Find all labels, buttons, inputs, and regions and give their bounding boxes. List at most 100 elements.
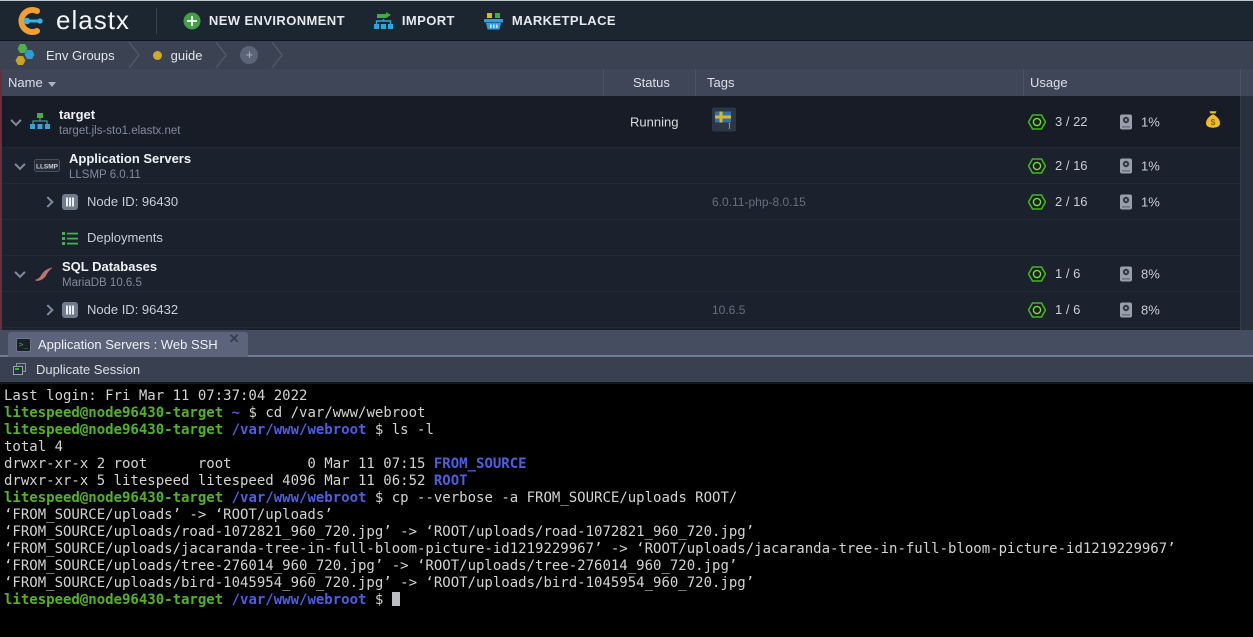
- chevron-down-icon[interactable]: [14, 266, 25, 277]
- chevron-right-icon[interactable]: [42, 196, 53, 207]
- chevron-down-icon[interactable]: [10, 114, 21, 125]
- node-96432-row[interactable]: Node ID: 9643210.6.51 / 68%: [0, 292, 1240, 328]
- brand-name: elastx: [56, 5, 130, 36]
- ssh-toolbar: Duplicate Session: [0, 357, 1253, 384]
- topbar-divider: [156, 8, 157, 34]
- elastx-logo-icon: [14, 7, 48, 35]
- row-subtitle: LLSMP 6.0.11: [69, 169, 191, 181]
- row-title: SQL Databases: [62, 259, 157, 274]
- cloudlets-icon: [1028, 302, 1046, 318]
- table-header: Name Status Tags Usage: [0, 69, 1253, 96]
- cloudlets-usage: 2 / 16: [1028, 194, 1088, 210]
- node-icon: [62, 194, 78, 210]
- breadcrumb-separator-icon: [270, 41, 284, 69]
- column-header-tags[interactable]: Tags: [707, 75, 734, 90]
- column-divider: [1240, 69, 1241, 96]
- terminal-line: ‘FROM_SOURCE/uploads’ -> ‘ROOT/uploads’: [4, 507, 1253, 524]
- column-divider: [1023, 69, 1024, 96]
- env-groups-icon: [12, 43, 37, 68]
- svg-text:$: $: [1211, 117, 1216, 127]
- node-96430-row[interactable]: Node ID: 96430 6.0.11-php-8.0.15 2 / 16 1%: [0, 184, 1240, 220]
- llsmp-stack-icon: LLSMP: [34, 159, 60, 172]
- cloudlets-icon: [1028, 194, 1046, 210]
- new-environment-button[interactable]: NEW ENVIRONMENT: [169, 1, 359, 40]
- version-tag: 10.6.5: [712, 303, 745, 317]
- terminal-line: ‘FROM_SOURCE/uploads/jacaranda-tree-in-f…: [4, 541, 1253, 558]
- terminal-line: litespeed@node96430-target /var/www/webr…: [4, 592, 1253, 609]
- terminal-cursor: [392, 592, 400, 606]
- terminal-line: litespeed@node96430-target /var/www/webr…: [4, 422, 1253, 439]
- svg-text:LLSMP: LLSMP: [36, 164, 59, 171]
- cloudlets-icon: [1028, 158, 1046, 174]
- chevron-down-icon[interactable]: [14, 158, 25, 169]
- disk-icon: [1120, 158, 1132, 173]
- column-header-status[interactable]: Status: [633, 75, 670, 90]
- chevron-right-icon[interactable]: [42, 304, 53, 315]
- import-icon: [373, 12, 394, 30]
- terminal-line: drwxr-xr-x 2 root root 0 Mar 11 07:15 FR…: [4, 456, 1253, 473]
- brand-logo[interactable]: elastx: [0, 1, 144, 40]
- cloudlets-usage: 3 / 22: [1028, 114, 1088, 130]
- breadcrumb: Env Groups guide +: [0, 41, 1253, 69]
- column-header-usage[interactable]: Usage: [1030, 75, 1068, 90]
- tab-web-ssh[interactable]: >_ Application Servers : Web SSH ✕: [8, 332, 248, 357]
- disk-usage: 1%: [1120, 194, 1160, 209]
- terminal[interactable]: Last login: Fri Mar 11 07:37:04 2022lite…: [0, 384, 1253, 637]
- status-label: Running: [630, 114, 678, 129]
- application-servers-row[interactable]: LLSMP Application Servers LLSMP 6.0.11 2 / …: [0, 148, 1240, 184]
- import-button[interactable]: IMPORT: [359, 1, 469, 40]
- terminal-line: litespeed@node96430-target ~ $ cd /var/w…: [4, 405, 1253, 422]
- breadcrumb-env-groups[interactable]: Env Groups: [0, 41, 127, 69]
- node-icon: [62, 302, 78, 318]
- terminal-line: litespeed@node96430-target /var/www/webr…: [4, 490, 1253, 507]
- cloudlets-usage: 1 / 6: [1028, 266, 1080, 282]
- disk-icon: [1120, 194, 1132, 209]
- billing-button[interactable]: $: [1205, 110, 1221, 133]
- ssh-tab-bar: >_ Application Servers : Web SSH ✕: [0, 330, 1253, 357]
- close-icon[interactable]: ✕: [229, 332, 240, 346]
- environment-icon: [30, 113, 50, 131]
- env-target-row[interactable]: targettarget.jls-sto1.elastx.netRunningI…: [0, 96, 1240, 148]
- terminal-line: drwxr-xr-x 5 litespeed litespeed 4096 Ma…: [4, 473, 1253, 490]
- disk-icon: [1120, 114, 1132, 129]
- duplicate-session-button[interactable]: Duplicate Session: [0, 362, 153, 377]
- version-tag: 6.0.11-php-8.0.15: [712, 195, 806, 209]
- group-color-dot: [153, 51, 162, 60]
- column-divider: [695, 69, 696, 96]
- disk-icon: [1120, 266, 1132, 281]
- row-title: Node ID: 96432: [87, 302, 178, 317]
- marketplace-label: MARKETPLACE: [512, 13, 616, 28]
- region-flag-icon: I: [712, 107, 736, 131]
- marketplace-button[interactable]: MARKETPLACE: [469, 1, 630, 40]
- row-title: target: [59, 107, 180, 122]
- sql-databases-row[interactable]: SQL DatabasesMariaDB 10.6.51 / 68%: [0, 256, 1240, 292]
- row-subtitle: MariaDB 10.6.5: [62, 277, 157, 289]
- breadcrumb-separator-icon: [127, 41, 141, 69]
- column-header-name[interactable]: Name: [8, 75, 56, 90]
- svg-text:I: I: [728, 121, 731, 130]
- scrollbar[interactable]: [1240, 96, 1253, 330]
- row-title: Deployments: [87, 230, 163, 245]
- add-group-button[interactable]: +: [228, 41, 270, 69]
- terminal-line: ‘FROM_SOURCE/uploads/road-1072821_960_72…: [4, 524, 1253, 541]
- environment-list: targettarget.jls-sto1.elastx.netRunningI…: [0, 96, 1253, 330]
- marketplace-icon: [483, 12, 504, 30]
- row-title: Node ID: 96430: [87, 194, 178, 209]
- billing-moneybag-icon: $: [1205, 110, 1221, 128]
- tab-title: Application Servers : Web SSH: [38, 337, 218, 352]
- row-title: Application Servers: [69, 151, 191, 166]
- terminal-line: ‘FROM_SOURCE/uploads/tree-276014_960_720…: [4, 558, 1253, 575]
- cloudlets-usage: 2 / 16: [1028, 158, 1088, 174]
- terminal-line: total 4: [4, 439, 1253, 456]
- cloudlets-icon: [1028, 266, 1046, 282]
- cloudlets-icon: [1028, 114, 1046, 130]
- deployments-icon: [62, 231, 78, 245]
- mariadb-seal-icon: [34, 266, 53, 282]
- disk-usage: 1%: [1120, 158, 1160, 173]
- plus-circle-icon: [183, 12, 201, 30]
- guide-label: guide: [171, 48, 203, 63]
- duplicate-session-label: Duplicate Session: [36, 362, 140, 377]
- deployments-row[interactable]: Deployments: [0, 220, 1240, 256]
- left-accent-stripe: [0, 69, 2, 330]
- breadcrumb-guide[interactable]: guide: [141, 41, 215, 69]
